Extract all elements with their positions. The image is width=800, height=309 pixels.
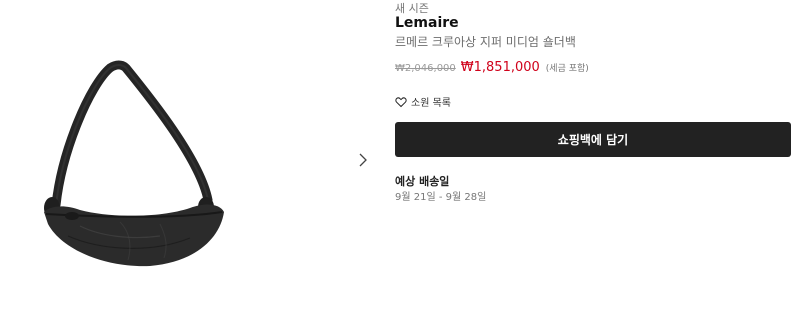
- brand-name[interactable]: Lemaire: [395, 15, 459, 31]
- tax-note: (세금 포함): [545, 64, 589, 74]
- wishlist-label: 소원 목록: [411, 98, 451, 109]
- product-name: 르메르 크루아상 지퍼 미디엄 숄더백: [395, 35, 576, 49]
- original-price: ₩2,046,000: [395, 63, 456, 74]
- chevron-right-icon: [359, 153, 367, 167]
- next-image-button[interactable]: [353, 150, 373, 170]
- delivery-dates: 9월 21일 - 9월 28일: [395, 192, 487, 203]
- add-to-bag-button[interactable]: 쇼핑백에 담기: [395, 122, 791, 157]
- price-row: ₩2,046,000 ₩1,851,000 (세금 포함): [395, 60, 589, 75]
- heart-outline-icon: [395, 96, 407, 107]
- product-image: [20, 40, 270, 270]
- shoulder-bag-image: [44, 60, 224, 267]
- sale-price: ₩1,851,000: [460, 60, 540, 75]
- season-badge: 새 시즌: [395, 2, 429, 15]
- delivery-title: 예상 배송일: [395, 175, 450, 188]
- wishlist-button[interactable]: 소원 목록: [395, 94, 451, 109]
